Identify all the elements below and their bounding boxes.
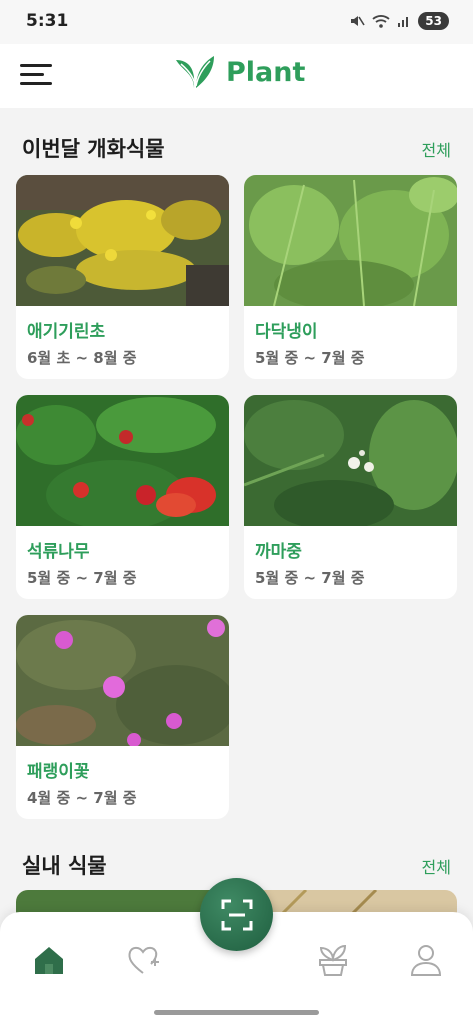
- section-title-flowering: 이번달 개화식물: [22, 137, 165, 161]
- brand-logo: Plant: [174, 54, 305, 90]
- menu-icon-line: [20, 64, 52, 67]
- section-title-indoor: 실내 식물: [22, 854, 107, 878]
- plant-name: 석류나무: [27, 542, 90, 562]
- nav-profile-tab[interactable]: [406, 940, 446, 980]
- nav-home-tab[interactable]: [29, 940, 69, 980]
- flowering-period: 5월 중 ~ 7월 중: [27, 569, 137, 587]
- menu-icon-line: [20, 82, 52, 85]
- user-icon: [410, 945, 442, 976]
- status-time: 5:31: [26, 11, 69, 31]
- leaf-logo-icon: [176, 56, 214, 88]
- flowering-period: 4월 중 ~ 7월 중: [27, 789, 137, 807]
- home-icon: [35, 947, 63, 974]
- heart-plus-icon: [128, 946, 159, 974]
- plant-photo: [16, 175, 229, 306]
- plant-pot-icon: [319, 944, 347, 976]
- app-bar: Plant: [0, 44, 473, 108]
- see-all-flowering-link[interactable]: 전체: [422, 137, 451, 161]
- plant-photo: [16, 395, 229, 526]
- plant-card[interactable]: 까마중 5월 중 ~ 7월 중: [244, 395, 457, 599]
- plant-name: 다닥냉이: [255, 322, 318, 342]
- plant-card[interactable]: 패랭이꽃 4월 중 ~ 7월 중: [16, 615, 229, 819]
- plant-card[interactable]: 애기기린초 6월 초 ~ 8월 중: [16, 175, 229, 379]
- plant-name: 까마중: [255, 542, 302, 562]
- nav-favorites-tab[interactable]: [123, 940, 163, 980]
- mute-icon: [351, 16, 365, 26]
- plant-name: 애기기린초: [27, 322, 106, 342]
- menu-button[interactable]: [20, 62, 54, 90]
- plant-photo: [244, 175, 457, 306]
- wifi-icon: [372, 15, 390, 28]
- plant-photo: [16, 615, 229, 746]
- flowering-period: 5월 중 ~ 7월 중: [255, 349, 365, 367]
- plant-card[interactable]: 석류나무 5월 중 ~ 7월 중: [16, 395, 229, 599]
- scan-button[interactable]: [200, 878, 273, 951]
- plant-name: 패랭이꽃: [27, 762, 90, 782]
- plant-photo: [244, 395, 457, 526]
- status-bar: 5:31 53: [0, 0, 473, 44]
- menu-icon-line: [20, 73, 44, 76]
- battery-indicator: 53: [418, 12, 449, 30]
- app-title: Plant: [226, 56, 306, 88]
- plant-card[interactable]: 다닥냉이 5월 중 ~ 7월 중: [244, 175, 457, 379]
- status-icons: 53: [349, 12, 449, 30]
- scan-icon: [221, 899, 252, 930]
- home-indicator[interactable]: [154, 1010, 319, 1015]
- see-all-indoor-link[interactable]: 전체: [422, 854, 451, 878]
- flowering-period: 6월 초 ~ 8월 중: [27, 349, 137, 367]
- signal-icon: [398, 17, 409, 27]
- nav-my-plants-tab[interactable]: [313, 940, 353, 980]
- flowering-period: 5월 중 ~ 7월 중: [255, 569, 365, 587]
